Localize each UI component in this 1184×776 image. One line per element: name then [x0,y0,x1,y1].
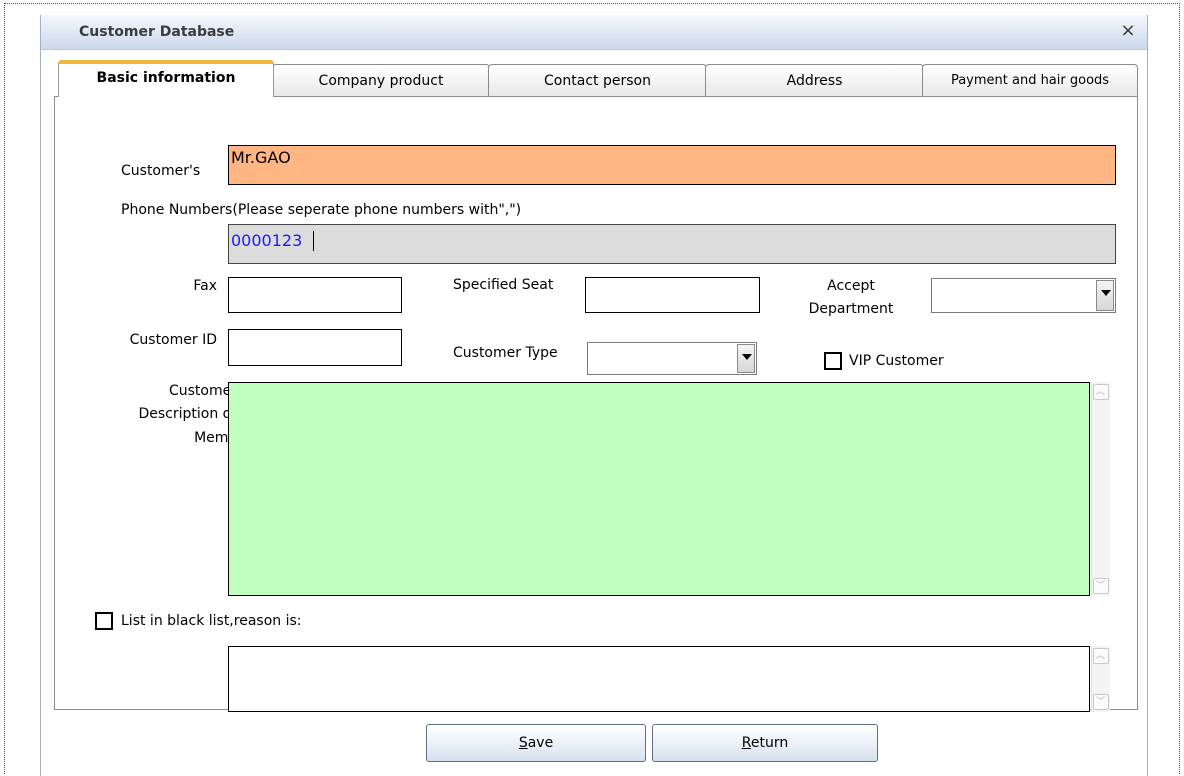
customer-name-value: Mr.GAO [231,148,291,167]
vip-customer-checkbox[interactable] [824,352,842,370]
scroll-down-icon[interactable]: ﹀ [1093,694,1109,710]
blacklist-checkbox[interactable] [95,612,113,630]
tab-label: Address [786,73,843,89]
scroll-up-icon[interactable]: ︿ [1093,648,1109,664]
tab-payment-and-hair-goods[interactable]: Payment and hair goods [922,64,1138,96]
description-label-line2: Description or [138,406,237,422]
accept-department-label-line2: Department [808,301,894,317]
vip-customer-checkbox-row[interactable]: VIP Customer [819,342,1117,378]
description-label-line1: Customer [168,383,237,399]
blacklist-label: List in black list,reason is: [121,613,302,629]
description-textarea[interactable] [228,382,1090,596]
return-mnemonic: R [741,735,751,751]
title-bar: Customer Database × [41,15,1147,50]
tab-label: Contact person [544,73,651,89]
save-label-rest: ave [527,735,554,751]
tab-address[interactable]: Address [705,64,924,96]
customer-type-select[interactable] [587,342,757,375]
specified-seat-label: Specified Seat [453,277,554,293]
customer-label: Customer's [121,163,201,179]
vip-customer-label: VIP Customer [849,353,944,369]
accept-department-label-line1: Accept [827,278,875,294]
customer-id-input[interactable] [228,329,402,366]
blacklist-reason-textarea[interactable] [228,646,1090,712]
tab-label: Company product [318,73,444,89]
close-icon[interactable]: × [1119,21,1137,41]
text-cursor [313,231,314,251]
return-button[interactable]: Return [652,724,878,762]
save-button[interactable]: Save [426,724,646,762]
tab-label: Basic information [96,70,236,86]
blacklist-reason-scrollbar[interactable]: ︿ ﹀ [1091,646,1110,712]
window-title: Customer Database [79,24,235,40]
tab-contact-person[interactable]: Contact person [488,64,707,96]
phone-numbers-input[interactable]: 0000123 [228,224,1116,264]
tab-company-product[interactable]: Company product [272,64,490,96]
chevron-down-icon[interactable] [1096,280,1114,311]
customer-database-window: Customer Database × Basic information Co… [40,15,1148,776]
customer-id-label: Customer ID [129,332,217,348]
fax-label: Fax [193,278,217,294]
return-label-rest: eturn [750,735,789,751]
customer-name-input[interactable]: Mr.GAO [228,145,1116,185]
blacklist-checkbox-row[interactable]: List in black list,reason is: [93,605,587,637]
description-scrollbar[interactable]: ︿ ﹀ [1091,382,1110,596]
phone-numbers-value: 0000123 [231,231,303,250]
tab-basic-information[interactable]: Basic information [58,60,274,97]
scroll-up-icon[interactable]: ︿ [1093,384,1109,400]
scroll-down-icon[interactable]: ﹀ [1093,578,1109,594]
customer-type-label: Customer Type [453,345,558,361]
chevron-down-icon[interactable] [737,344,755,373]
specified-seat-input[interactable] [585,277,760,313]
accept-department-select[interactable] [931,278,1116,313]
tab-label: Payment and hair goods [950,73,1110,88]
basic-information-panel: Customer's Mr.GAO Phone Numbers(Please s… [54,96,1138,712]
fax-input[interactable] [228,277,402,313]
phone-numbers-label: Phone Numbers(Please seperate phone numb… [121,202,522,218]
save-mnemonic: S [518,735,528,751]
description-label-line3: Memo [194,430,237,446]
